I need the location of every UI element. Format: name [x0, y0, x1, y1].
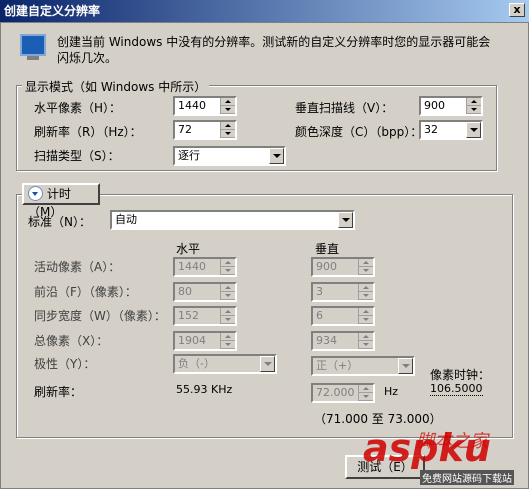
color-depth-select[interactable]: 32 — [419, 120, 483, 140]
monitor-stand-icon — [27, 56, 39, 60]
sync-width-h-spinner[interactable] — [220, 308, 235, 324]
title-bar: 创建自定义分辨率 — [0, 0, 529, 22]
active-pixels-h-input[interactable]: 1440 — [173, 257, 237, 277]
color-depth-label: 颜色深度（C）（bpp）： — [295, 125, 423, 139]
watermark-script: 脚本之家 — [416, 431, 488, 452]
description-text: 创建当前 Windows 中没有的分辨率。测试新的自定义分辨率时您的显示器可能会… — [57, 35, 491, 65]
front-porch-h-input[interactable]: 80 — [173, 282, 237, 302]
polarity-h-select[interactable]: 负（-） — [173, 354, 277, 374]
polarity-h-dropdown-icon[interactable] — [260, 356, 275, 372]
front-porch-v-spinner[interactable] — [358, 284, 373, 300]
display-mode-legend: 显示模式（如 Windows 中所示） — [22, 78, 210, 95]
sync-width-h-input[interactable]: 152 — [173, 306, 237, 326]
timing-toggle-button[interactable]: 计时（M） — [22, 183, 100, 219]
h-refresh-value: 55.93 KHz — [176, 383, 233, 396]
total-pixels-v-spinner[interactable] — [358, 333, 373, 349]
polarity-v-select[interactable]: 正（+） — [311, 356, 415, 376]
total-pixels-label: 总像素（X）： — [34, 334, 109, 348]
active-pixels-v-input[interactable]: 900 — [311, 257, 375, 277]
refresh-range: （71.000 至 73.000） — [314, 412, 442, 426]
chevron-down-icon — [28, 186, 43, 201]
v-refresh-spinner[interactable] — [358, 385, 373, 401]
total-pixels-v-input[interactable]: 934 — [311, 331, 375, 351]
total-pixels-h-spinner[interactable] — [220, 333, 235, 349]
active-pixels-v-spinner[interactable] — [358, 259, 373, 275]
v-refresh-input[interactable]: 72.000 — [311, 383, 375, 403]
h-pixels-spinner[interactable] — [220, 98, 235, 114]
close-button[interactable]: x — [509, 3, 525, 17]
standard-label: 标准（N）： — [28, 215, 91, 229]
scan-type-dropdown-icon[interactable] — [269, 148, 284, 164]
sync-width-v-input[interactable]: 6 — [311, 306, 375, 326]
polarity-v-dropdown-icon[interactable] — [398, 358, 413, 374]
polarity-label: 极性（Y）： — [34, 357, 96, 371]
h-pixels-label: 水平像素（H）： — [34, 101, 122, 115]
v-refresh-unit: Hz — [384, 385, 399, 398]
h-pixels-input[interactable]: 1440 — [173, 96, 237, 116]
scan-type-select[interactable]: 逐行 — [173, 146, 286, 166]
window-title: 创建自定义分辨率 — [4, 4, 101, 18]
timing-refresh-label: 刷新率： — [34, 385, 83, 399]
standard-dropdown-icon[interactable] — [338, 212, 353, 228]
watermark-subtitle: 免费网站源码下载站 — [420, 470, 514, 485]
scan-type-label: 扫描类型（S）： — [34, 149, 120, 163]
front-porch-label: 前沿（F）（像素）： — [34, 285, 137, 299]
sync-width-label: 同步宽度（W）（像素）： — [34, 309, 166, 323]
monitor-icon — [20, 34, 46, 56]
pixel-clock-label: 像素时钟： — [430, 368, 491, 382]
pixel-clock-value: 106.5000 — [430, 382, 483, 396]
standard-select[interactable]: 自动 — [110, 210, 355, 230]
refresh-input[interactable]: 72 — [173, 120, 237, 140]
refresh-spinner[interactable] — [220, 122, 235, 138]
sync-width-v-spinner[interactable] — [358, 308, 373, 324]
horizontal-column-header: 水平 — [176, 242, 201, 256]
color-depth-dropdown-icon[interactable] — [466, 122, 481, 138]
total-pixels-h-input[interactable]: 1904 — [173, 331, 237, 351]
v-lines-input[interactable]: 900 — [419, 96, 483, 116]
front-porch-v-input[interactable]: 3 — [311, 282, 375, 302]
v-lines-spinner[interactable] — [466, 98, 481, 114]
refresh-label: 刷新率（R）（Hz）： — [34, 125, 142, 139]
v-lines-label: 垂直扫描线（V）： — [295, 101, 394, 115]
vertical-column-header: 垂直 — [315, 242, 340, 256]
active-pixels-h-spinner[interactable] — [220, 259, 235, 275]
front-porch-h-spinner[interactable] — [220, 284, 235, 300]
active-pixels-label: 活动像素（A）： — [34, 260, 121, 274]
